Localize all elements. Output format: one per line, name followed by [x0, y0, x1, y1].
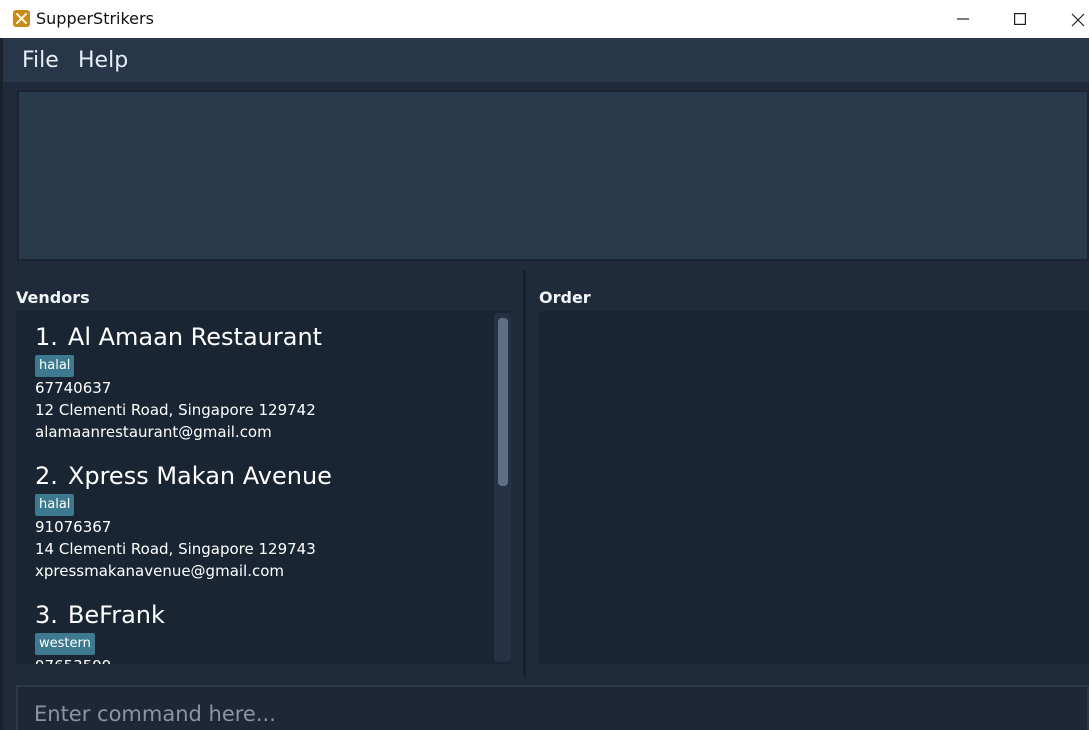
vendor-card[interactable]: 3. BeFrank western 97653599: [35, 599, 495, 664]
vendor-card[interactable]: 2. Xpress Makan Avenue halal 91076367 14 …: [35, 460, 495, 582]
order-list[interactable]: [539, 311, 1089, 664]
vendor-name-row: 3. BeFrank: [35, 599, 495, 631]
vendor-email: xpressmakanavenue@gmail.com: [35, 562, 285, 580]
minimize-button[interactable]: [940, 0, 986, 38]
vendor-phone: 67740637: [35, 379, 112, 397]
menu-bar: File Help: [0, 38, 1089, 82]
vendor-index: 1.: [35, 323, 58, 351]
vendor-name-row: 2. Xpress Makan Avenue: [35, 460, 495, 492]
vendors-pane: Vendors 1. Al Amaan Restaurant halal 6774…: [3, 270, 523, 677]
result-display-panel: [3, 82, 1089, 270]
vendor-phone: 97653599: [35, 655, 495, 664]
vendor-name: BeFrank: [67, 601, 165, 629]
title-bar[interactable]: SupperStrikers: [0, 0, 1089, 38]
order-title: Order: [539, 288, 591, 307]
maximize-button[interactable]: [997, 0, 1043, 38]
vendor-index: 2.: [35, 462, 58, 490]
menu-file[interactable]: File: [22, 48, 59, 73]
vendor-address: 14 Clementi Road, Singapore 129743: [35, 540, 316, 558]
app-window: SupperStrikers File Help Vendors 1. Al A…: [0, 0, 1089, 730]
vendor-name: Al Amaan Restaurant: [67, 323, 323, 351]
vendor-address: 12 Clementi Road, Singapore 129742: [35, 401, 316, 419]
vendor-index: 3.: [35, 601, 58, 629]
result-display[interactable]: [17, 90, 1089, 261]
app-logo-icon: [13, 10, 30, 27]
command-input[interactable]: [16, 685, 1089, 730]
vendor-scrollbar-thumb[interactable]: [498, 318, 508, 486]
vendor-tag: halal: [35, 355, 75, 377]
vendor-phone: 91076367: [35, 518, 112, 536]
vendors-title: Vendors: [16, 288, 90, 307]
vendor-list[interactable]: 1. Al Amaan Restaurant halal 67740637 12 …: [16, 311, 511, 664]
vendor-email: alamaanrestaurant@gmail.com: [35, 423, 272, 441]
vendor-name-row: 1. Al Amaan Restaurant: [35, 321, 495, 353]
maximize-icon: [1014, 13, 1026, 25]
vendor-tag: halal: [35, 494, 75, 516]
close-button[interactable]: [1054, 0, 1089, 38]
close-icon: [1071, 13, 1085, 27]
vendor-card[interactable]: 1. Al Amaan Restaurant halal 67740637 12 …: [35, 321, 495, 443]
vendor-tag: western: [35, 633, 95, 655]
minimize-icon: [957, 18, 969, 20]
vendor-name: Xpress Makan Avenue: [67, 462, 332, 490]
command-box-area: [3, 677, 1089, 730]
order-pane: Order: [526, 270, 1089, 677]
window-title: SupperStrikers: [36, 9, 154, 28]
vendor-scrollbar[interactable]: [494, 313, 511, 662]
menu-help[interactable]: Help: [78, 48, 128, 73]
